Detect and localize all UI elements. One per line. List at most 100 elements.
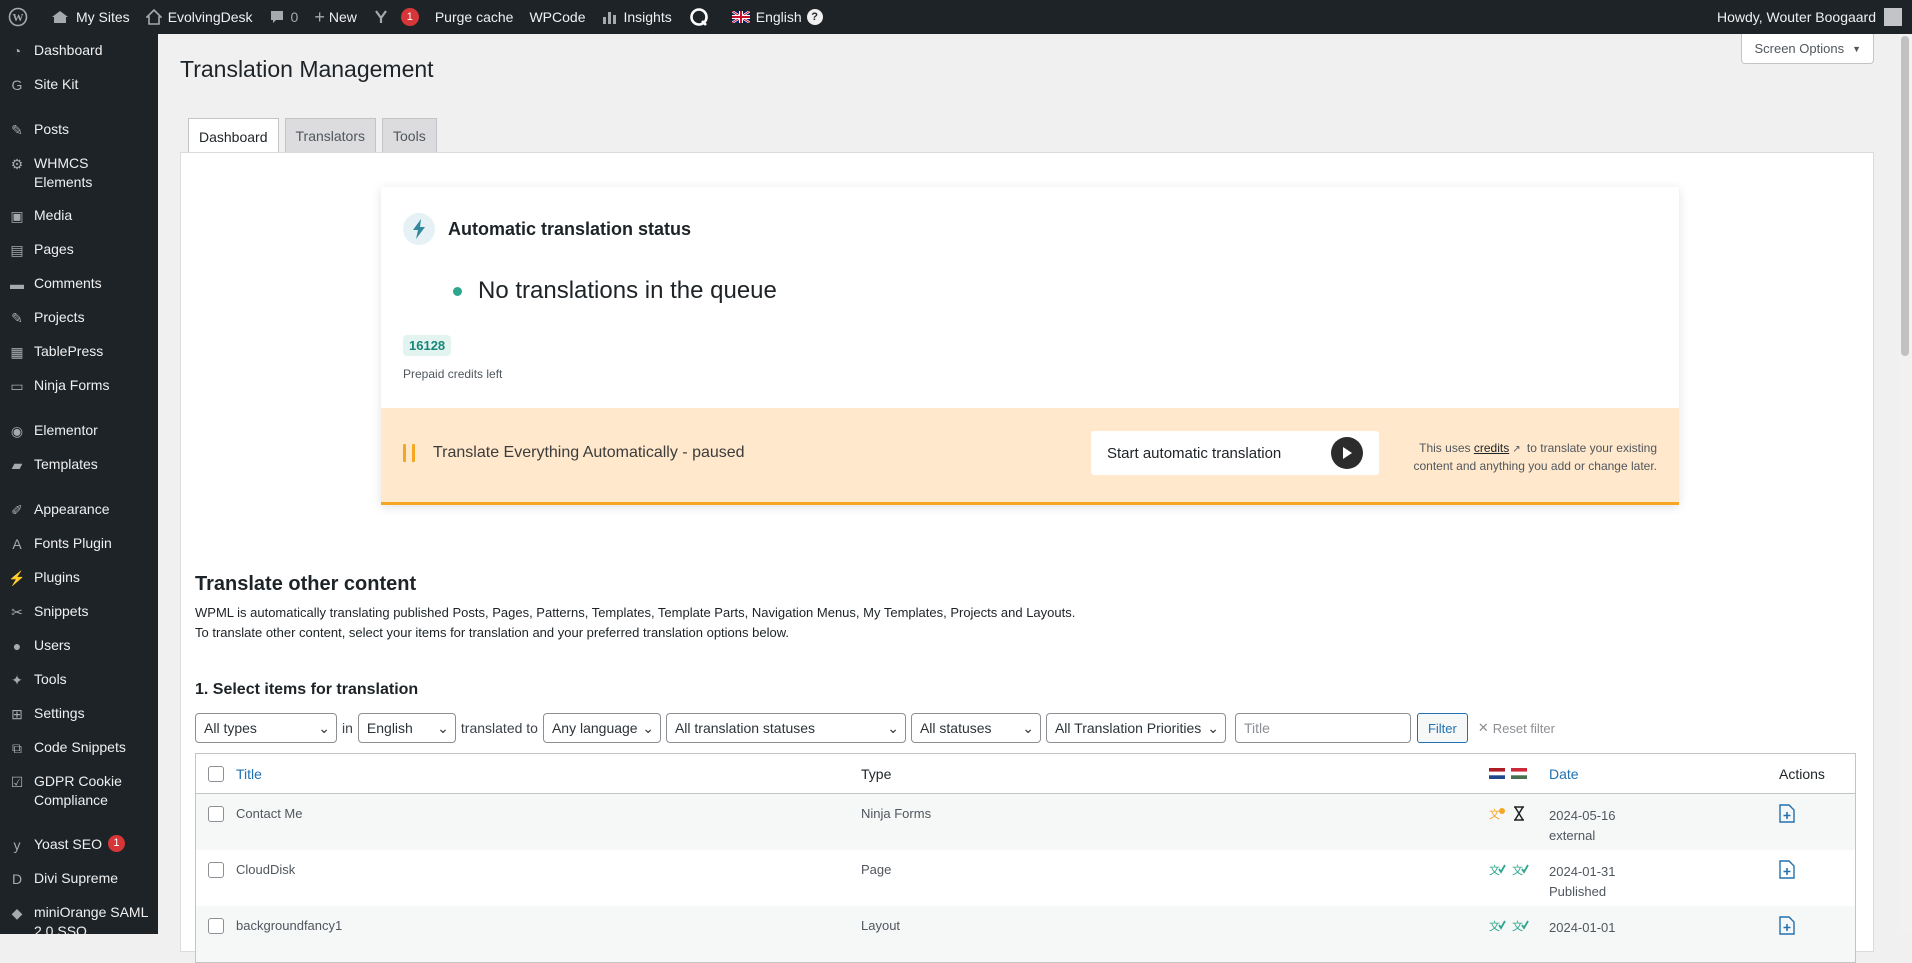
page-title: Translation Management: [180, 56, 434, 82]
new-content-menu[interactable]: + New: [306, 0, 365, 34]
row-date: 2024-01-31: [1549, 864, 1616, 879]
hungarian-flag-icon: [1511, 768, 1527, 779]
sidebar-item-projects[interactable]: ✎ Projects: [0, 301, 158, 335]
svg-text:文: 文: [1489, 863, 1500, 877]
wordpress-logo-icon[interactable]: W: [0, 0, 42, 34]
row-title[interactable]: CloudDisk: [236, 850, 861, 877]
sidebar-item-settings[interactable]: ⊞ Settings: [0, 697, 158, 731]
title-search-input[interactable]: Title: [1234, 713, 1411, 743]
sidebar-item-posts[interactable]: ✎ Posts: [0, 113, 158, 147]
language-column-header: [1489, 768, 1549, 779]
row-title[interactable]: Contact Me: [236, 794, 861, 821]
wpcode-link[interactable]: WPCode: [521, 0, 593, 34]
needs-update-status-icon[interactable]: 文: [1489, 806, 1506, 824]
yoast-menu[interactable]: 1: [365, 0, 427, 34]
filter-button[interactable]: Filter: [1416, 713, 1468, 743]
sidebar-item-dashboard[interactable]: ◔ Dashboard: [0, 34, 158, 68]
add-to-basket-icon[interactable]: [1779, 804, 1795, 826]
sidebar-item-media[interactable]: ▣ Media: [0, 199, 158, 233]
row-type: Page: [861, 862, 892, 877]
tab-tools[interactable]: Tools: [382, 118, 437, 154]
title-column-header[interactable]: Title: [236, 766, 861, 782]
source-language-select[interactable]: English ⌄: [357, 713, 456, 743]
row-title[interactable]: backgroundfancy1: [236, 906, 861, 933]
sidebar-item-snippets[interactable]: ✂ Snippets: [0, 595, 158, 629]
status-select[interactable]: All statuses ⌄: [910, 713, 1041, 743]
shield-check-icon: ☑: [10, 773, 24, 790]
sidebar-item-divi-supreme[interactable]: D Divi Supreme: [0, 862, 158, 896]
row-checkbox[interactable]: [208, 918, 224, 934]
row-checkbox[interactable]: [208, 806, 224, 822]
sidebar-item-miniorange-saml-2-0-sso[interactable]: ◆ miniOrange SAML 2.0 SSO: [0, 896, 158, 934]
sidebar-item-pages[interactable]: ▤ Pages: [0, 233, 158, 267]
sidebar-item-yoast-seo[interactable]: y Yoast SEO 1: [0, 828, 158, 862]
credits-link[interactable]: credits: [1474, 441, 1509, 455]
items-table: Title Type Date Actions Contact Me Ninja …: [195, 753, 1856, 963]
sidebar-item-tablepress[interactable]: ▦ TablePress: [0, 335, 158, 369]
sitekit-icon: G: [11, 76, 23, 93]
row-checkbox[interactable]: [208, 862, 224, 878]
translated-status-icon[interactable]: 文: [1512, 918, 1529, 936]
note-prefix: This uses: [1419, 441, 1471, 455]
sidebar-item-users[interactable]: ● Users: [0, 629, 158, 663]
purge-cache-link[interactable]: Purge cache: [427, 0, 522, 34]
add-to-basket-icon[interactable]: [1779, 860, 1795, 882]
row-check-cell: [196, 906, 236, 934]
card-header: Automatic translation status: [403, 213, 691, 245]
tab-translators[interactable]: Translators: [284, 118, 377, 154]
sidebar-item-label: Posts: [34, 121, 70, 137]
filter-bar: All types ⌄ in English ⌄ translated to Any…: [195, 713, 1555, 743]
plus-icon: +: [314, 6, 325, 27]
howdy-label: Howdy, Wouter Boogaard: [1716, 9, 1876, 25]
close-icon: ✕: [1477, 720, 1489, 735]
select-all-checkbox[interactable]: [208, 765, 224, 782]
sidebar-item-label: WHMCS Elements: [34, 155, 93, 190]
reset-filter-link[interactable]: ✕ Reset filter: [1478, 720, 1555, 736]
page-scrollbar[interactable]: [1898, 34, 1912, 934]
translated-status-icon[interactable]: 文: [1489, 862, 1506, 880]
table-row: CloudDisk Page 文文 2024-01-31 Published: [196, 850, 1855, 906]
priority-select[interactable]: All Translation Priorities ⌄: [1045, 713, 1226, 743]
date-column-header[interactable]: Date: [1549, 764, 1779, 784]
account-menu[interactable]: Howdy, Wouter Boogaard: [1709, 0, 1912, 34]
sidebar-item-gdpr-cookie-compliance[interactable]: ☑ GDPR Cookie Compliance: [0, 765, 158, 817]
sidebar-item-fonts-plugin[interactable]: A Fonts Plugin: [0, 527, 158, 561]
start-automatic-translation-button[interactable]: Start automatic translation: [1091, 431, 1379, 475]
sidebar-item-comments[interactable]: ▬ Comments: [0, 267, 158, 301]
translation-status-select[interactable]: All translation statuses ⌄: [665, 713, 906, 743]
sidebar-item-appearance[interactable]: ✐ Appearance: [0, 493, 158, 527]
folder-icon: ▰: [11, 456, 23, 473]
language-switcher[interactable]: English ?: [724, 0, 831, 34]
chevron-down-icon: ⌄: [1022, 719, 1034, 736]
pages-icon: ▤: [10, 241, 24, 258]
type-select[interactable]: All types ⌄: [195, 713, 337, 743]
target-language-select[interactable]: Any language ⌄: [542, 713, 661, 743]
sidebar-item-whmcs-elements[interactable]: ⚙ WHMCS Elements: [0, 147, 158, 199]
comments-menu[interactable]: 0: [261, 0, 307, 34]
sidebar-item-label: Yoast SEO: [34, 836, 102, 852]
sidebar-item-site-kit[interactable]: G Site Kit: [0, 68, 158, 102]
add-to-basket-icon[interactable]: [1779, 916, 1795, 938]
sidebar-item-label: GDPR Cookie Compliance: [34, 773, 122, 808]
my-sites-menu[interactable]: My Sites: [42, 0, 138, 34]
row-actions: [1779, 850, 1855, 882]
sidebar-item-ninja-forms[interactable]: ▭ Ninja Forms: [0, 369, 158, 403]
site-name-menu[interactable]: EvolvingDesk: [138, 0, 261, 34]
translated-status-icon[interactable]: 文: [1489, 918, 1506, 936]
sidebar-item-label: Templates: [34, 456, 98, 472]
translate-everything-status: Translate Everything Automatically - pau…: [433, 444, 745, 461]
sidebar-item-code-snippets[interactable]: ⧉ Code Snippets: [0, 731, 158, 765]
scrollbar-thumb[interactable]: [1901, 36, 1909, 356]
sidebar-item-templates[interactable]: ▰ Templates: [0, 448, 158, 482]
sidebar-item-tools[interactable]: ✦ Tools: [0, 663, 158, 697]
translated-status-icon[interactable]: 文: [1512, 862, 1529, 880]
card-title: Automatic translation status: [448, 218, 692, 239]
sidebar-item-plugins[interactable]: ⚡ Plugins: [0, 561, 158, 595]
insights-menu[interactable]: Insights: [593, 0, 679, 34]
wpml-menu[interactable]: [680, 0, 724, 34]
tab-dashboard[interactable]: Dashboard: [188, 118, 279, 155]
hourglass-icon[interactable]: [1512, 806, 1526, 824]
sidebar-item-elementor[interactable]: ◉ Elementor: [0, 414, 158, 448]
screen-options-button[interactable]: Screen Options ▼: [1741, 34, 1874, 64]
divi-icon: D: [11, 870, 23, 887]
